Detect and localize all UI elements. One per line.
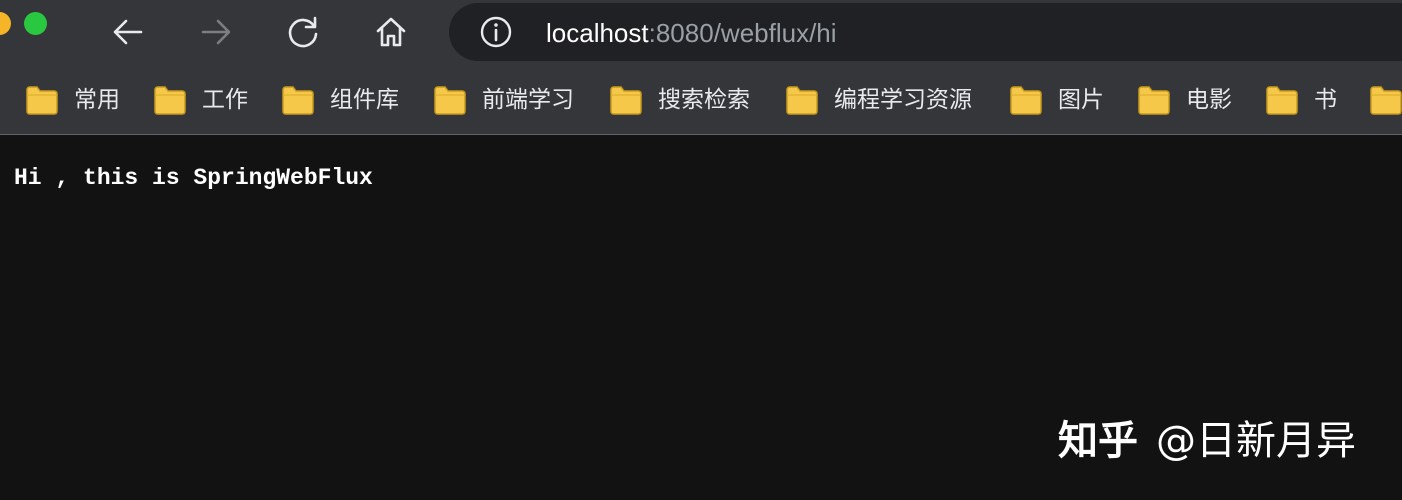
folder-icon: [786, 86, 818, 115]
back-button[interactable]: [108, 12, 148, 52]
bookmark-label: 书: [1314, 87, 1337, 113]
watermark: 知乎 @日新月异: [1058, 416, 1356, 466]
bookmark-label: 搜索检索: [658, 87, 750, 113]
browser-toolbar: localhost:8080/webflux/hi: [0, 0, 1402, 66]
response-text: Hi , this is SpringWebFlux: [14, 165, 373, 191]
bookmark-folder[interactable]: 书: [1265, 83, 1337, 117]
home-button[interactable]: [371, 12, 411, 52]
window-zoom-button[interactable]: [24, 12, 47, 35]
bookmark-label: 前端学习: [482, 87, 574, 113]
url-host: localhost: [546, 18, 649, 48]
bookmark-label: 常用: [74, 87, 120, 113]
bookmark-label: 电影: [1186, 87, 1232, 113]
reload-icon: [288, 16, 318, 48]
url-path: :8080/webflux/hi: [648, 18, 837, 48]
info-icon[interactable]: [480, 16, 512, 48]
bookmark-folder[interactable]: 电影: [1137, 83, 1232, 117]
bookmark-folder[interactable]: 组件库: [281, 83, 399, 117]
watermark-brand: 知乎: [1058, 418, 1138, 464]
folder-icon: [154, 86, 186, 115]
reload-button[interactable]: [283, 12, 323, 52]
bookmark-folder[interactable]: 常用: [25, 83, 120, 117]
folder-icon: [1010, 86, 1042, 115]
browser-chrome: localhost:8080/webflux/hi 常用 工作 组件库 前端学习…: [0, 0, 1402, 135]
bookmarks-bar: 常用 工作 组件库 前端学习 搜索检索 编程学习资源 图片 电影 书: [0, 66, 1402, 135]
home-icon: [376, 17, 406, 47]
bookmark-folder[interactable]: 工作: [153, 83, 248, 117]
bookmark-label: 编程学习资源: [834, 87, 972, 113]
address-bar[interactable]: localhost:8080/webflux/hi: [449, 3, 1402, 61]
bookmark-folder[interactable]: 前端学习: [433, 83, 574, 117]
bookmark-label: 工作: [202, 87, 248, 113]
bookmark-folder[interactable]: 搜索检索: [609, 83, 750, 117]
folder-icon: [610, 86, 642, 115]
folder-icon: [1370, 86, 1402, 115]
folder-icon: [1266, 86, 1298, 115]
folder-icon: [1138, 86, 1170, 115]
arrow-left-icon: [113, 19, 143, 45]
page-content: Hi , this is SpringWebFlux 知乎 @日新月异: [0, 136, 1402, 500]
bookmark-label: 组件库: [330, 87, 399, 113]
forward-button[interactable]: [196, 12, 236, 52]
arrow-right-icon: [201, 19, 231, 45]
bookmark-folder[interactable]: 编程学习资源: [785, 83, 972, 117]
folder-icon: [26, 86, 58, 115]
watermark-author: @日新月异: [1156, 418, 1356, 464]
window-minimize-button[interactable]: [0, 12, 11, 35]
bookmark-label: 图片: [1058, 87, 1104, 113]
folder-icon: [434, 86, 466, 115]
bookmark-folder[interactable]: 图片: [1009, 83, 1104, 117]
folder-icon: [282, 86, 314, 115]
url-text[interactable]: localhost:8080/webflux/hi: [546, 17, 837, 49]
bookmark-folder-overflow[interactable]: [1369, 83, 1402, 117]
